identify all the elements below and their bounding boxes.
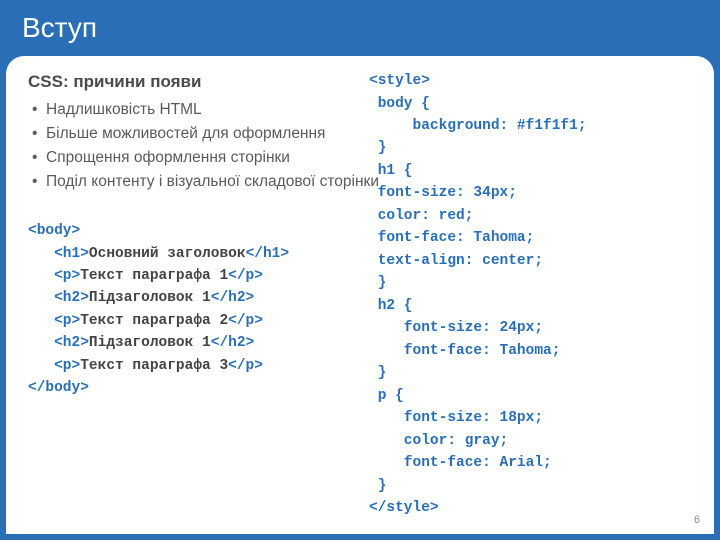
code-line: <h1> — [28, 246, 89, 262]
code-line: font-face: Tahoma; — [369, 230, 534, 246]
code-line: font-size: 24px; — [369, 320, 543, 336]
code-text: Підзаголовок 1 — [89, 335, 211, 351]
code-line: </h1> — [246, 246, 290, 262]
code-columns: <body> <h1>Основний заголовок</h1> <p>Те… — [28, 220, 692, 519]
slide-body: CSS: причини появи Надлишковість HTML Бі… — [6, 56, 714, 534]
code-line: </body> — [28, 380, 89, 396]
code-line: font-face: Arial; — [369, 455, 552, 471]
code-line: </p> — [228, 268, 263, 284]
bullet-item: Поділ контенту і візуальної складової ст… — [30, 170, 692, 194]
bullet-item: Надлишковість HTML — [30, 98, 692, 122]
code-line: <p> — [28, 313, 80, 329]
slide-title: Вступ — [0, 0, 720, 52]
code-line: } — [369, 365, 386, 381]
code-line: </p> — [228, 313, 263, 329]
code-line: <h2> — [28, 335, 89, 351]
code-line: <body> — [28, 223, 80, 239]
code-line: </h2> — [211, 290, 255, 306]
code-text: Основний заголовок — [89, 246, 246, 262]
code-line: } — [369, 275, 386, 291]
bullet-list: Надлишковість HTML Більше можливостей дл… — [30, 98, 692, 194]
code-line: </h2> — [211, 335, 255, 351]
code-text: Текст параграфа 2 — [80, 313, 228, 329]
code-line: <p> — [28, 268, 80, 284]
code-line: </style> — [369, 500, 439, 516]
code-line: p { — [369, 388, 404, 404]
code-line: color: red; — [369, 208, 473, 224]
code-line: text-align: center; — [369, 253, 543, 269]
code-line: <p> — [28, 358, 80, 374]
slide: Вступ CSS: причини появи Надлишковість H… — [0, 0, 720, 540]
code-line: <h2> — [28, 290, 89, 306]
code-line: font-face: Tahoma; — [369, 343, 560, 359]
bullet-item: Більше можливостей для оформлення — [30, 122, 692, 146]
code-text: Підзаголовок 1 — [89, 290, 211, 306]
code-line: font-size: 18px; — [369, 410, 543, 426]
code-line: } — [369, 478, 386, 494]
code-text: Текст параграфа 1 — [80, 268, 228, 284]
code-line: </p> — [228, 358, 263, 374]
code-text: Текст параграфа 3 — [80, 358, 228, 374]
code-line: color: gray; — [369, 433, 508, 449]
code-block-html: <body> <h1>Основний заголовок</h1> <p>Те… — [28, 220, 351, 519]
bullet-item: Спрощення оформлення сторінки — [30, 146, 692, 170]
code-line: h2 { — [369, 298, 413, 314]
code-line: <style> — [369, 73, 430, 89]
page-number: 6 — [694, 514, 700, 526]
